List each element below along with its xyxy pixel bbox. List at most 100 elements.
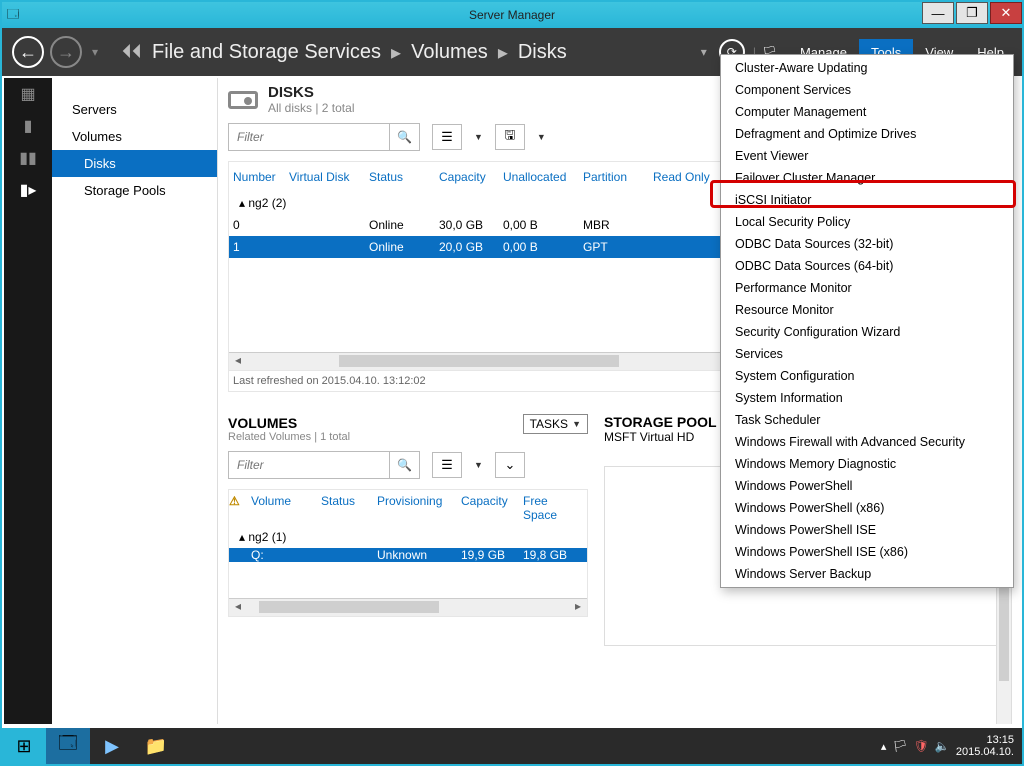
- filter-options-button[interactable]: ☰: [432, 124, 462, 150]
- clock-date: 2015.04.10.: [956, 746, 1014, 758]
- breadcrumb-back-icon[interactable]: ⏴⏴: [122, 41, 142, 64]
- tools-item-task-scheduler[interactable]: Task Scheduler: [721, 409, 1013, 431]
- clock-time: 13:15: [956, 734, 1014, 746]
- col-partition[interactable]: Partition: [579, 166, 649, 188]
- caret-down-icon[interactable]: ▼: [474, 460, 483, 470]
- tools-item-windows-powershell-ise-x86[interactable]: Windows PowerShell ISE (x86): [721, 541, 1013, 563]
- col-unalloc[interactable]: Unallocated: [499, 166, 579, 188]
- cell-status: [321, 548, 377, 562]
- taskbar-powershell[interactable]: ▶: [90, 728, 134, 764]
- tray-volume-icon[interactable]: 🔈: [935, 739, 950, 753]
- disks-filter-input[interactable]: [229, 124, 389, 150]
- taskbar-server-manager[interactable]: 🗔: [46, 728, 90, 764]
- chevron-right-icon: ▸: [498, 40, 508, 65]
- col-number[interactable]: Number: [229, 166, 285, 188]
- tools-item-windows-firewall-with-advanced-security[interactable]: Windows Firewall with Advanced Security: [721, 431, 1013, 453]
- tools-item-services[interactable]: Services: [721, 343, 1013, 365]
- scroll-right-icon[interactable]: ▸: [569, 599, 587, 617]
- minimize-button[interactable]: —: [922, 2, 954, 24]
- main-vscroll[interactable]: [996, 578, 1012, 724]
- tray-expand-icon[interactable]: ▴: [881, 740, 887, 753]
- col-capacity[interactable]: Capacity: [461, 494, 523, 522]
- tray-flag-icon[interactable]: 🏳: [892, 739, 907, 753]
- volumes-filter-input[interactable]: [229, 452, 389, 478]
- nav-storage-pools[interactable]: Storage Pools: [52, 177, 217, 204]
- volume-row-q[interactable]: Q: Unknown 19,9 GB 19,8 GB: [229, 548, 587, 562]
- tools-item-windows-powershell-x86[interactable]: Windows PowerShell (x86): [721, 497, 1013, 519]
- nav-volumes[interactable]: Volumes: [52, 123, 217, 150]
- nav-disks[interactable]: Disks: [52, 150, 217, 177]
- col-free-space[interactable]: Free Space: [523, 494, 583, 522]
- all-servers-icon[interactable]: ▮▮: [16, 148, 40, 168]
- breadcrumb-link-storage[interactable]: File and Storage Services: [152, 41, 381, 64]
- nav-forward-button[interactable]: →: [50, 36, 82, 68]
- scroll-thumb[interactable]: [339, 355, 619, 367]
- expand-button[interactable]: ⌄: [495, 452, 525, 478]
- disks-filter[interactable]: 🔍: [228, 123, 420, 151]
- caret-down-icon[interactable]: ▼: [537, 132, 546, 142]
- volumes-heading: VOLUMES: [228, 415, 350, 431]
- local-server-icon[interactable]: ▮: [16, 116, 40, 136]
- caret-down-icon: ▼: [572, 419, 581, 429]
- dashboard-icon[interactable]: ▦: [16, 84, 40, 104]
- scroll-left-icon[interactable]: ◂: [229, 353, 247, 371]
- save-view-button[interactable]: 🖫: [495, 124, 525, 150]
- tools-item-component-services[interactable]: Component Services: [721, 79, 1013, 101]
- col-status[interactable]: Status: [321, 494, 377, 522]
- cell-number: 0: [229, 214, 285, 236]
- col-warning-icon[interactable]: ⚠: [229, 494, 251, 522]
- col-read-only[interactable]: Read Only: [649, 166, 721, 188]
- col-capacity[interactable]: Capacity: [435, 166, 499, 188]
- close-button[interactable]: ✕: [990, 2, 1022, 24]
- toolbar-caret-icon[interactable]: ▾: [701, 45, 707, 59]
- tools-item-system-configuration[interactable]: System Configuration: [721, 365, 1013, 387]
- nav-dropdown-icon[interactable]: ▾: [92, 45, 98, 59]
- tools-item-odbc-data-sources-64-bit[interactable]: ODBC Data Sources (64-bit): [721, 255, 1013, 277]
- search-icon[interactable]: 🔍: [389, 124, 419, 150]
- col-provisioning[interactable]: Provisioning: [377, 494, 461, 522]
- col-status[interactable]: Status: [365, 166, 435, 188]
- tools-item-windows-memory-diagnostic[interactable]: Windows Memory Diagnostic: [721, 453, 1013, 475]
- tray-shield-icon[interactable]: 🛡: [914, 739, 929, 753]
- tools-item-resource-monitor[interactable]: Resource Monitor: [721, 299, 1013, 321]
- nav-back-button[interactable]: ←: [12, 36, 44, 68]
- cell-capacity: 20,0 GB: [435, 236, 499, 258]
- scroll-thumb[interactable]: [259, 601, 439, 613]
- cell-warn: [229, 548, 251, 562]
- tools-item-event-viewer[interactable]: Event Viewer: [721, 145, 1013, 167]
- tools-item-performance-monitor[interactable]: Performance Monitor: [721, 277, 1013, 299]
- tools-item-cluster-aware-updating[interactable]: Cluster-Aware Updating: [721, 57, 1013, 79]
- volumes-group-ng2[interactable]: ▴ ng2 (1): [229, 526, 587, 548]
- taskbar-explorer[interactable]: 📁: [134, 728, 178, 764]
- volumes-tasks-button[interactable]: TASKS ▼: [523, 414, 588, 434]
- start-button[interactable]: ⊞: [2, 728, 46, 764]
- nav-servers[interactable]: Servers: [52, 96, 217, 123]
- caret-down-icon[interactable]: ▼: [474, 132, 483, 142]
- storage-icon[interactable]: ▮▸: [16, 180, 40, 200]
- tools-item-security-configuration-wizard[interactable]: Security Configuration Wizard: [721, 321, 1013, 343]
- taskbar-clock[interactable]: 13:15 2015.04.10.: [956, 734, 1014, 758]
- filter-options-button[interactable]: ☰: [432, 452, 462, 478]
- tools-item-local-security-policy[interactable]: Local Security Policy: [721, 211, 1013, 233]
- volumes-hscroll[interactable]: ◂ ▸: [229, 598, 587, 616]
- cell-number: 1: [229, 236, 285, 258]
- tools-item-windows-server-backup[interactable]: Windows Server Backup: [721, 563, 1013, 585]
- tools-item-defragment-and-optimize-drives[interactable]: Defragment and Optimize Drives: [721, 123, 1013, 145]
- cell-vd: [285, 236, 365, 258]
- col-virtual-disk[interactable]: Virtual Disk: [285, 166, 365, 188]
- scroll-left-icon[interactable]: ◂: [229, 599, 247, 617]
- tools-item-windows-powershell[interactable]: Windows PowerShell: [721, 475, 1013, 497]
- tools-item-windows-powershell-ise[interactable]: Windows PowerShell ISE: [721, 519, 1013, 541]
- maximize-button[interactable]: ❐: [956, 2, 988, 24]
- tools-item-odbc-data-sources-32-bit[interactable]: ODBC Data Sources (32-bit): [721, 233, 1013, 255]
- tools-item-computer-management[interactable]: Computer Management: [721, 101, 1013, 123]
- tools-item-failover-cluster-manager[interactable]: Failover Cluster Manager: [721, 167, 1013, 189]
- tools-item-iscsi-initiator[interactable]: iSCSI Initiator: [721, 189, 1013, 211]
- search-icon[interactable]: 🔍: [389, 452, 419, 478]
- breadcrumb-link-volumes[interactable]: Volumes: [411, 41, 488, 64]
- col-volume[interactable]: Volume: [251, 494, 321, 522]
- volumes-filter[interactable]: 🔍: [228, 451, 420, 479]
- cell-unalloc: 0,00 B: [499, 214, 579, 236]
- tools-item-system-information[interactable]: System Information: [721, 387, 1013, 409]
- scroll-thumb[interactable]: [999, 581, 1009, 681]
